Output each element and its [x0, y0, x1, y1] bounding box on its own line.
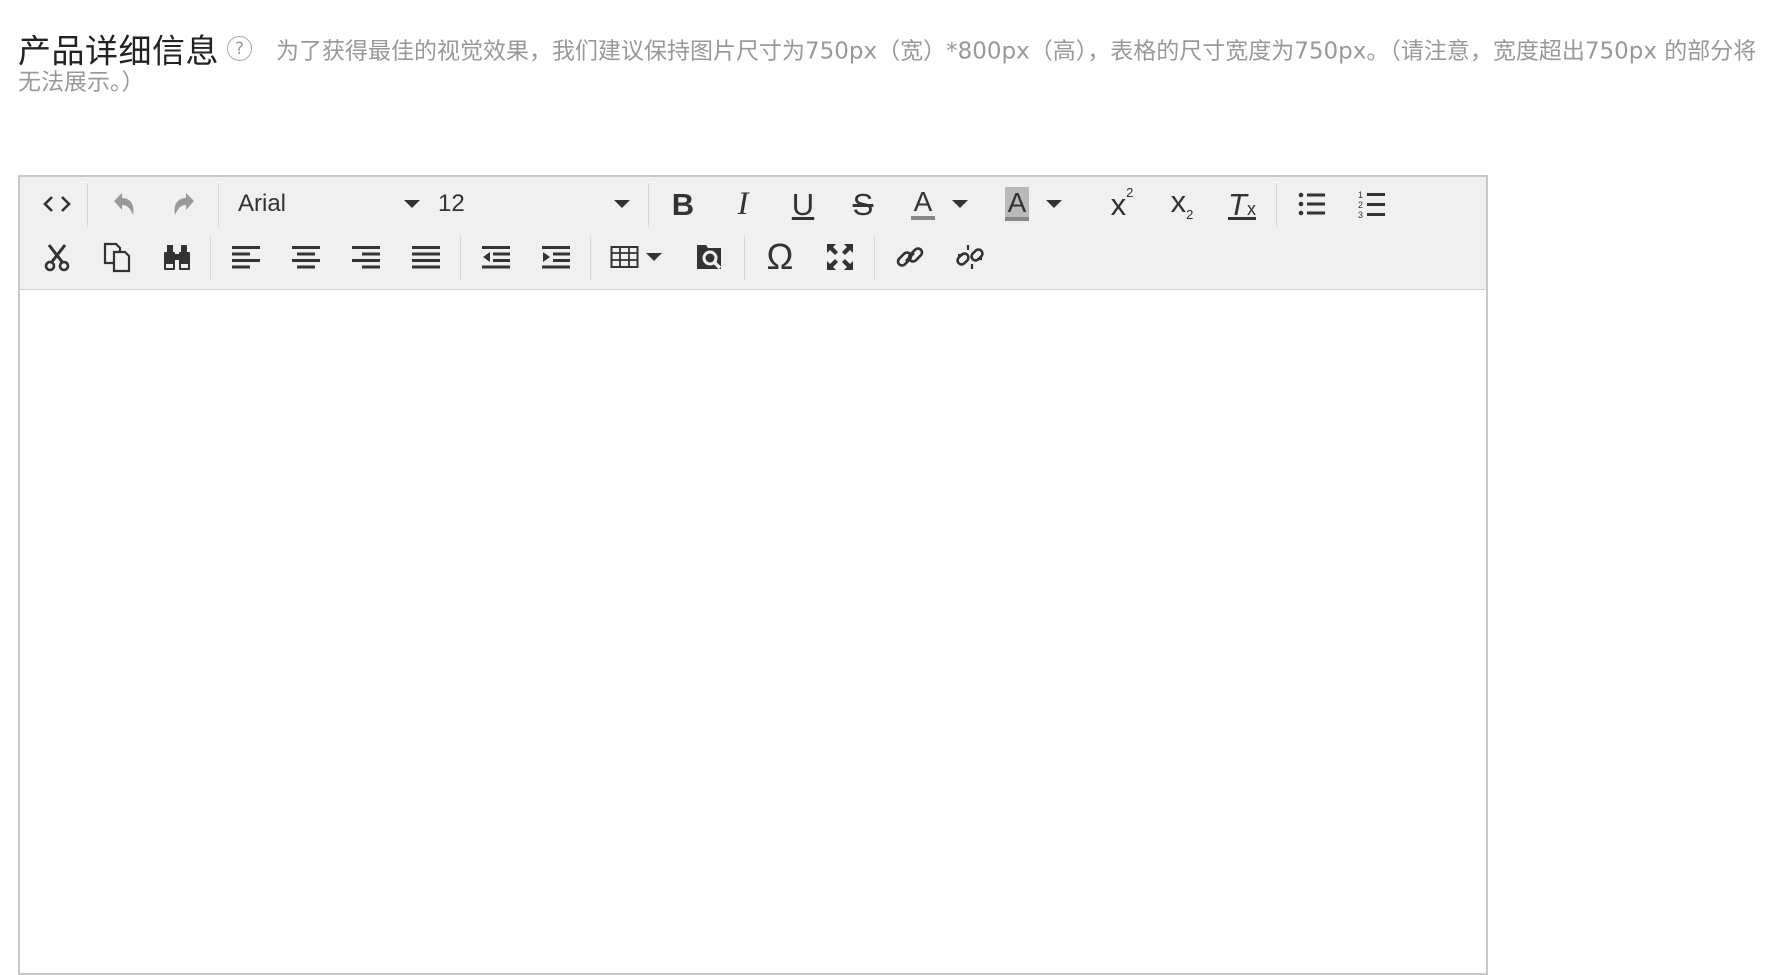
align-center-icon: [292, 246, 320, 269]
background-color-dropdown[interactable]: [1042, 179, 1066, 229]
toolbar-row-2: Ω: [20, 232, 1486, 284]
remove-link-button[interactable]: [945, 232, 995, 282]
superscript-icon: x2: [1110, 185, 1134, 222]
background-color-button[interactable]: A: [992, 179, 1042, 229]
table-button[interactable]: [601, 232, 671, 282]
bullet-list-icon: [1298, 192, 1325, 216]
rich-text-editor: Arial 12 B I U S A A x2 x2 Tx 1 2 3 Ω: [18, 175, 1488, 975]
toolbar-row-1: Arial 12 B I U S A A x2 x2 Tx 1 2 3: [20, 179, 1486, 231]
redo-icon: [174, 193, 194, 215]
svg-text:2: 2: [1358, 200, 1363, 210]
font-family-value: Arial: [238, 190, 287, 217]
scissors-icon: [44, 244, 70, 272]
special-character-button[interactable]: Ω: [755, 232, 805, 282]
subscript-button[interactable]: x2: [1157, 179, 1207, 229]
chevron-down-icon: [1046, 200, 1062, 208]
font-size-value: 12: [438, 190, 465, 217]
fullscreen-icon: [827, 244, 853, 270]
bullet-list-button[interactable]: [1287, 179, 1337, 229]
preview-button[interactable]: [685, 232, 735, 282]
toolbar-separator: [744, 236, 745, 280]
link-icon: [896, 247, 924, 267]
superscript-button[interactable]: x2: [1097, 179, 1147, 229]
align-right-icon: [352, 246, 380, 269]
toolbar-separator: [218, 183, 219, 227]
background-color-icon: A: [1004, 187, 1030, 221]
align-justify-icon: [412, 246, 440, 269]
bold-icon: B: [671, 186, 695, 222]
underline-icon: U: [791, 186, 815, 222]
svg-text:1: 1: [1358, 190, 1363, 200]
insert-link-button[interactable]: [885, 232, 935, 282]
copy-icon: [103, 242, 131, 273]
toolbar-separator: [874, 236, 875, 280]
page-title: 产品详细信息: [18, 31, 219, 71]
strikethrough-button[interactable]: S: [838, 179, 888, 229]
toolbar-separator: [590, 236, 591, 280]
indent-icon: [542, 246, 570, 269]
toolbar-separator: [1276, 183, 1277, 227]
clear-format-t: T: [1228, 186, 1247, 222]
undo-button[interactable]: [98, 179, 148, 229]
unlink-icon: [956, 245, 984, 269]
numbered-list-button[interactable]: 123: [1347, 179, 1397, 229]
italic-icon: I: [737, 185, 749, 222]
font-family-select[interactable]: Arial: [238, 179, 428, 229]
omega-icon: Ω: [766, 236, 794, 277]
copy-button[interactable]: [92, 232, 142, 282]
find-button[interactable]: [152, 232, 202, 282]
underline-button[interactable]: U: [778, 179, 828, 229]
subscript-x: x: [1170, 184, 1187, 220]
toolbar-separator: [648, 183, 649, 227]
editor-content-area[interactable]: [20, 290, 1486, 973]
indent-button[interactable]: [531, 232, 581, 282]
chevron-down-icon: [404, 200, 420, 208]
toolbar-separator: [87, 183, 88, 227]
help-icon[interactable]: ?: [227, 36, 252, 61]
align-left-icon: [232, 246, 260, 269]
chevron-down-icon: [614, 200, 630, 208]
chevron-down-icon: [952, 200, 968, 208]
cut-button[interactable]: [32, 232, 82, 282]
outdent-icon: [482, 246, 510, 269]
align-left-button[interactable]: [221, 232, 271, 282]
code-icon: [43, 196, 71, 212]
editor-toolbar: Arial 12 B I U S A A x2 x2 Tx 1 2 3 Ω: [20, 177, 1486, 290]
section-header: 产品详细信息? 为了获得最佳的视觉效果，我们建议保持图片尺寸为750px（宽）*8…: [18, 35, 1758, 97]
text-color-button[interactable]: A: [898, 179, 948, 229]
numbered-list-icon: 123: [1358, 190, 1385, 219]
search-document-icon: [697, 245, 722, 270]
outdent-button[interactable]: [471, 232, 521, 282]
subscript-icon: x2: [1170, 184, 1194, 223]
align-center-button[interactable]: [281, 232, 331, 282]
text-color-dropdown[interactable]: [948, 179, 972, 229]
source-code-button[interactable]: [32, 179, 82, 229]
toolbar-separator: [210, 236, 211, 280]
chevron-down-icon: [646, 253, 662, 261]
superscript-x: x: [1110, 186, 1127, 222]
italic-button[interactable]: I: [718, 179, 768, 229]
page: 产品详细信息? 为了获得最佳的视觉效果，我们建议保持图片尺寸为750px（宽）*8…: [0, 0, 1780, 975]
table-icon: [610, 246, 639, 268]
fullscreen-button[interactable]: [815, 232, 865, 282]
redo-button[interactable]: [160, 179, 210, 229]
clear-format-button[interactable]: Tx: [1217, 179, 1267, 229]
text-color-icon: A: [910, 188, 936, 220]
binoculars-icon: [164, 245, 190, 270]
undo-icon: [114, 193, 134, 215]
align-right-button[interactable]: [341, 232, 391, 282]
size-hint: 为了获得最佳的视觉效果，我们建议保持图片尺寸为750px（宽）*800px（高）…: [18, 38, 1757, 96]
toolbar-separator: [460, 236, 461, 280]
strikethrough-icon: S: [852, 186, 874, 222]
svg-text:3: 3: [1358, 210, 1363, 219]
clear-format-icon: Tx: [1228, 186, 1256, 222]
bold-button[interactable]: B: [658, 179, 708, 229]
align-justify-button[interactable]: [401, 232, 451, 282]
font-size-select[interactable]: 12: [438, 179, 638, 229]
